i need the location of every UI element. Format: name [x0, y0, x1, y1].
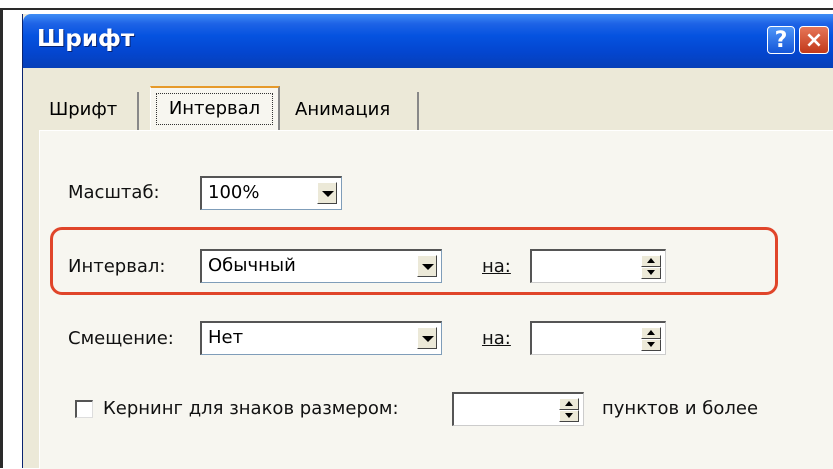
close-icon: ×: [804, 28, 824, 53]
frame-border-left: [0, 8, 3, 468]
chevron-down-icon[interactable]: [317, 182, 337, 204]
close-button[interactable]: ×: [799, 26, 829, 54]
title-bar[interactable]: Шрифт ? ×: [23, 14, 833, 68]
frame-border-top: [0, 8, 833, 10]
tab-spacing-label: Интервал: [156, 93, 273, 125]
spacing-by-spinner[interactable]: [530, 249, 666, 283]
help-button[interactable]: ?: [767, 26, 795, 54]
kerning-label[interactable]: Кернинг для знаков размером:: [103, 398, 399, 419]
spin-up-icon[interactable]: [559, 398, 579, 410]
spin-down-icon[interactable]: [641, 339, 661, 351]
spin-down-icon[interactable]: [559, 410, 579, 422]
spinner-buttons: [641, 255, 661, 279]
chevron-down-icon[interactable]: [417, 327, 437, 349]
spacing-by-label: на:: [482, 256, 511, 277]
spacing-value: Обычный: [208, 255, 296, 276]
spin-up-icon[interactable]: [641, 255, 661, 267]
question-icon: ?: [774, 28, 788, 53]
kerning-suffix: пунктов и более: [602, 398, 759, 419]
chevron-down-icon[interactable]: [417, 255, 437, 277]
spinner-buttons: [559, 398, 579, 422]
position-label: Смещение:: [68, 328, 174, 349]
scale-select[interactable]: 100%: [200, 176, 342, 210]
tab-animation-label: Анимация: [295, 99, 391, 120]
spin-up-icon[interactable]: [641, 327, 661, 339]
tab-font[interactable]: Шрифт: [39, 92, 139, 130]
spinner-buttons: [641, 327, 661, 351]
tab-spacing[interactable]: Интервал: [150, 86, 280, 130]
kerning-checkbox[interactable]: [75, 400, 93, 418]
position-value: Нет: [208, 327, 244, 348]
spin-down-icon[interactable]: [641, 267, 661, 279]
scale-label: Масштаб:: [68, 182, 160, 203]
tab-animation[interactable]: Анимация: [285, 92, 419, 130]
spacing-select[interactable]: Обычный: [200, 249, 442, 283]
position-by-label: на:: [482, 328, 511, 349]
scale-value: 100%: [208, 182, 260, 203]
dialog-title: Шрифт: [37, 26, 135, 52]
tab-font-label: Шрифт: [49, 99, 118, 120]
spacing-label: Интервал:: [68, 256, 166, 277]
position-by-spinner[interactable]: [530, 321, 666, 355]
position-select[interactable]: Нет: [200, 321, 442, 355]
kerning-spinner[interactable]: [452, 392, 584, 426]
